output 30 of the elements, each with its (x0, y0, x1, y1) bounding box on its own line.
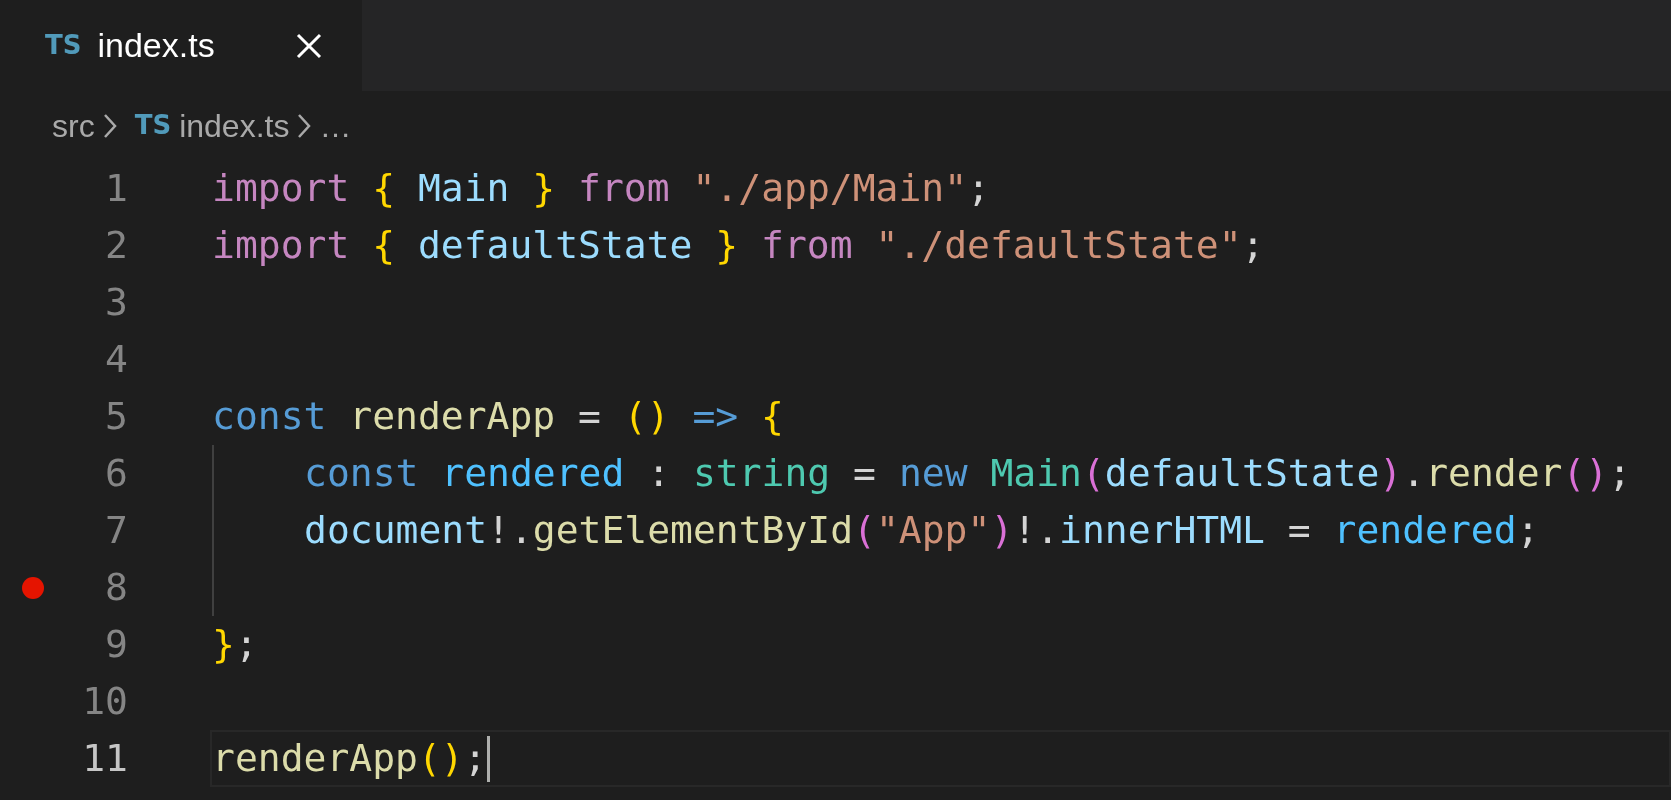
breadcrumb-item[interactable]: src (52, 101, 95, 150)
code-line: renderApp(); (212, 735, 487, 782)
code-line: import { defaultState } from "./defaultState"; (212, 222, 1265, 269)
typescript-file-icon: TS (45, 26, 82, 65)
line-number: 5 (104, 393, 128, 440)
chevron-icon (297, 112, 312, 139)
tab-label: index.ts (97, 25, 215, 66)
line-number: 9 (104, 621, 128, 668)
breakpoint-dot[interactable] (22, 576, 44, 599)
typescript-file-icon: TS (134, 106, 172, 145)
line-number: 4 (104, 336, 128, 383)
breadcrumb-item[interactable]: … (319, 101, 352, 150)
line-number: 7 (104, 507, 128, 554)
line-number: 1 (104, 165, 128, 212)
code-line: import { Main } from "./app/Main"; (212, 165, 990, 212)
code-line: document!.getElementById("App")!.innerHTML = rendered; (304, 507, 1540, 554)
text-cursor (486, 735, 490, 782)
line-number: 8 (104, 564, 128, 611)
code-line: const rendered : string = new Main(defaultState).render(); (304, 450, 1632, 497)
editor-tab[interactable]: TS index.ts (0, 0, 362, 91)
line-number: 10 (81, 678, 128, 725)
chevron-icon (102, 112, 117, 139)
code-line: }; (212, 621, 258, 668)
breadcrumb-item[interactable]: index.ts (179, 101, 290, 150)
line-number: 2 (104, 222, 128, 269)
code-line: const renderApp = () => { (212, 393, 784, 440)
line-number: 6 (104, 450, 128, 497)
line-number: 3 (104, 279, 128, 326)
close-icon[interactable] (296, 32, 322, 59)
line-number: 11 (81, 735, 128, 782)
